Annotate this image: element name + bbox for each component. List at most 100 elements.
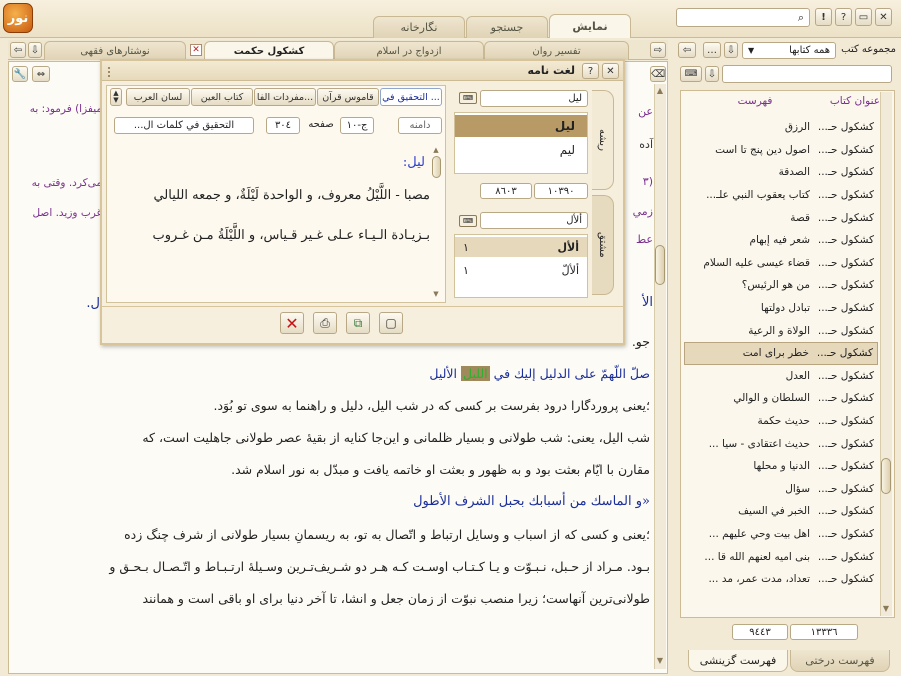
- list-item[interactable]: كشكول حـ... اهل بيت وحي عليهم ...: [684, 523, 878, 546]
- dialog-close-button[interactable]: ✕: [602, 63, 619, 79]
- scroll-thumb[interactable]: [655, 245, 665, 285]
- doc-tab-close-icon[interactable]: ✕: [190, 44, 202, 56]
- tab-display[interactable]: نمایش: [549, 14, 631, 38]
- keyboard-icon[interactable]: ⌨: [680, 66, 702, 82]
- root-search-input[interactable]: ليل: [480, 90, 588, 107]
- global-search-input[interactable]: ⌕: [676, 8, 810, 27]
- book-title: كشكول حـ...: [817, 143, 874, 156]
- scroll-down-icon[interactable]: ▼: [431, 290, 441, 298]
- scroll-thumb[interactable]: [432, 156, 441, 178]
- source-tab-mufradat[interactable]: مفردات الفا...: [254, 88, 316, 106]
- copy-to-doc-button[interactable]: ⧉: [346, 312, 370, 334]
- book-title: كشكول حـ...: [817, 505, 874, 518]
- doc-nav-down-button[interactable]: ⇩: [28, 42, 42, 58]
- entry-line: مصبا - اللَّيْلُ معروف، و الواحدة لَيْلَ…: [153, 188, 430, 203]
- list-item[interactable]: كشكول حـ... قضاء عيسى عليه السلام: [684, 252, 878, 275]
- scroll-down-icon[interactable]: ▼: [655, 656, 665, 666]
- info-button[interactable]: !: [815, 8, 832, 26]
- doc-tab-kashkool[interactable]: كشكول حكمت: [204, 41, 334, 60]
- doc-tab-tafsir[interactable]: تفسير روان: [484, 41, 629, 60]
- root-item[interactable]: ليم: [455, 140, 587, 160]
- tab-tree-index[interactable]: فهرست درختی: [790, 650, 890, 672]
- delete-button[interactable]: ✕: [280, 312, 304, 334]
- deriv-item[interactable]: ١ ألألّ: [455, 260, 587, 280]
- restore-button[interactable]: ▭: [855, 8, 872, 26]
- list-item[interactable]: كشكول حـ... الصدقة: [684, 161, 878, 184]
- close-button[interactable]: ✕: [875, 8, 892, 26]
- print-button[interactable]: ⎙: [313, 312, 337, 334]
- doc-tool-icon-3[interactable]: ⌫: [650, 66, 666, 82]
- scroll-up-icon[interactable]: ▲: [655, 86, 665, 96]
- text-fragment: مى‌كرد. وقتى به: [31, 177, 102, 189]
- book-filter-input[interactable]: [722, 65, 892, 83]
- list-item[interactable]: كشكول حـ... تعداد، مدت عمر، مد ...: [684, 568, 878, 591]
- panel-more-button[interactable]: …: [703, 42, 721, 58]
- list-item[interactable]: كشكول حـ... الخبر في السيف: [684, 500, 878, 523]
- tab-search[interactable]: جستجو: [466, 16, 548, 38]
- chevron-down-icon: ▼: [748, 46, 755, 55]
- root-item-selected[interactable]: ليل: [455, 115, 587, 137]
- book-title: كشكول حـ...: [817, 392, 874, 405]
- list-item[interactable]: كشكول حـ... الرزق: [684, 116, 878, 139]
- dialog-drag-grip[interactable]: [108, 67, 116, 77]
- source-tab-ain[interactable]: كتاب العين: [191, 88, 253, 106]
- book-group-value: همه كتابها: [789, 45, 830, 56]
- source-tab-lisan[interactable]: لسان العرب: [126, 88, 190, 106]
- nav-spinner[interactable]: ▲ ▼: [110, 88, 122, 106]
- list-item[interactable]: كشكول حـ... بنى اميه لعنهم الله قا ...: [684, 545, 878, 568]
- list-item[interactable]: كشكول حـ... العدل: [684, 365, 878, 388]
- list-item[interactable]: كشكول حـ... من هو الرئيس؟: [684, 274, 878, 297]
- text-fragment: عط: [635, 233, 653, 246]
- list-item[interactable]: كشكول حـ... كتاب يعقوب النبي علـ...: [684, 184, 878, 207]
- dialog-help-button[interactable]: ?: [582, 63, 599, 79]
- document-scrollbar[interactable]: [654, 84, 666, 669]
- doc-nav-left-button[interactable]: ⇦: [10, 42, 26, 58]
- tab-selective-index[interactable]: فهرست گزینشی: [688, 650, 788, 672]
- scroll-thumb[interactable]: [881, 458, 891, 494]
- list-item[interactable]: كشكول حـ... الدنيا و محلها: [684, 455, 878, 478]
- source-tab-tahqiq[interactable]: التحقيق في ...: [380, 88, 442, 106]
- list-item[interactable]: كشكول حـ... الولاة و الرعية: [684, 319, 878, 342]
- vertical-tab-deriv[interactable]: مشتق: [592, 195, 614, 295]
- list-item[interactable]: كشكول حـ... اصول دين پنج تا است: [684, 139, 878, 162]
- doc-tool-icon-1[interactable]: 🔧: [12, 66, 28, 82]
- book-title: كشكول حـ...: [817, 527, 874, 540]
- list-item[interactable]: كشكول حـ... قصة: [684, 206, 878, 229]
- doc-nav-right-button[interactable]: ⇨: [650, 42, 666, 58]
- text-line: مقارن با ايّام بعثت بود و به ظهور و بعثت…: [231, 462, 650, 477]
- list-item[interactable]: كشكول حـ... حديث اعتقادى - سيا ...: [684, 432, 878, 455]
- panel-down-button[interactable]: ⇩: [724, 42, 738, 58]
- list-item[interactable]: كشكول حـ... شعر فيه إبهام: [684, 229, 878, 252]
- book-list-scrollbar[interactable]: [880, 92, 892, 616]
- deriv-item-selected[interactable]: ١ ألأل: [455, 237, 587, 257]
- doc-tab-fiqh[interactable]: نوشتارهای فقهی: [44, 41, 186, 60]
- list-item[interactable]: كشكول حـ... سؤال: [684, 478, 878, 501]
- panel-nav-left-button[interactable]: ⇦: [678, 42, 696, 58]
- list-item-selected[interactable]: كشكول حـ... خطر براى امت: [684, 341, 878, 365]
- keyboard-icon[interactable]: ⌨: [459, 215, 477, 227]
- book-title: كشكول حـ...: [817, 415, 874, 428]
- list-item[interactable]: كشكول حـ... السلطان و الوالي: [684, 387, 878, 410]
- dialog-title: لغت نامه: [527, 64, 575, 77]
- doc-tab-marriage[interactable]: ازدواج در اسلام: [334, 41, 484, 60]
- book-index: من هو الرئيس؟: [741, 279, 810, 292]
- book-group-select[interactable]: همه كتابها ▼: [742, 42, 836, 59]
- vertical-tab-root[interactable]: ریشه: [592, 90, 614, 190]
- keyboard-icon[interactable]: ⌨: [459, 92, 477, 104]
- deriv-search-input[interactable]: ألأل: [480, 212, 588, 229]
- source-tab-qamus[interactable]: قاموس قرآن: [317, 88, 379, 106]
- help-button[interactable]: ?: [835, 8, 852, 26]
- book-index: شعر فيه إبهام: [749, 234, 810, 247]
- volume-field: ج-١٠: [340, 117, 374, 134]
- book-list-rows: كشكول حـ... الرزق كشكول حـ... اصول دين پنج…: [684, 116, 878, 590]
- scroll-down-icon[interactable]: ▼: [881, 604, 891, 614]
- tab-gallery[interactable]: نگارخانه: [373, 16, 465, 38]
- note-button[interactable]: ▢: [379, 312, 403, 334]
- list-item[interactable]: كشكول حـ... حديث حكمة: [684, 410, 878, 433]
- col-header-title[interactable]: عنوان کتاب: [820, 95, 880, 107]
- scroll-up-icon[interactable]: ▲: [431, 146, 441, 154]
- filter-down-button[interactable]: ⇩: [705, 66, 719, 82]
- list-item[interactable]: كشكول حـ... تبادل دولتها: [684, 297, 878, 320]
- doc-tool-icon-2[interactable]: ⇔: [32, 66, 50, 82]
- col-header-index[interactable]: فهرست: [705, 95, 805, 107]
